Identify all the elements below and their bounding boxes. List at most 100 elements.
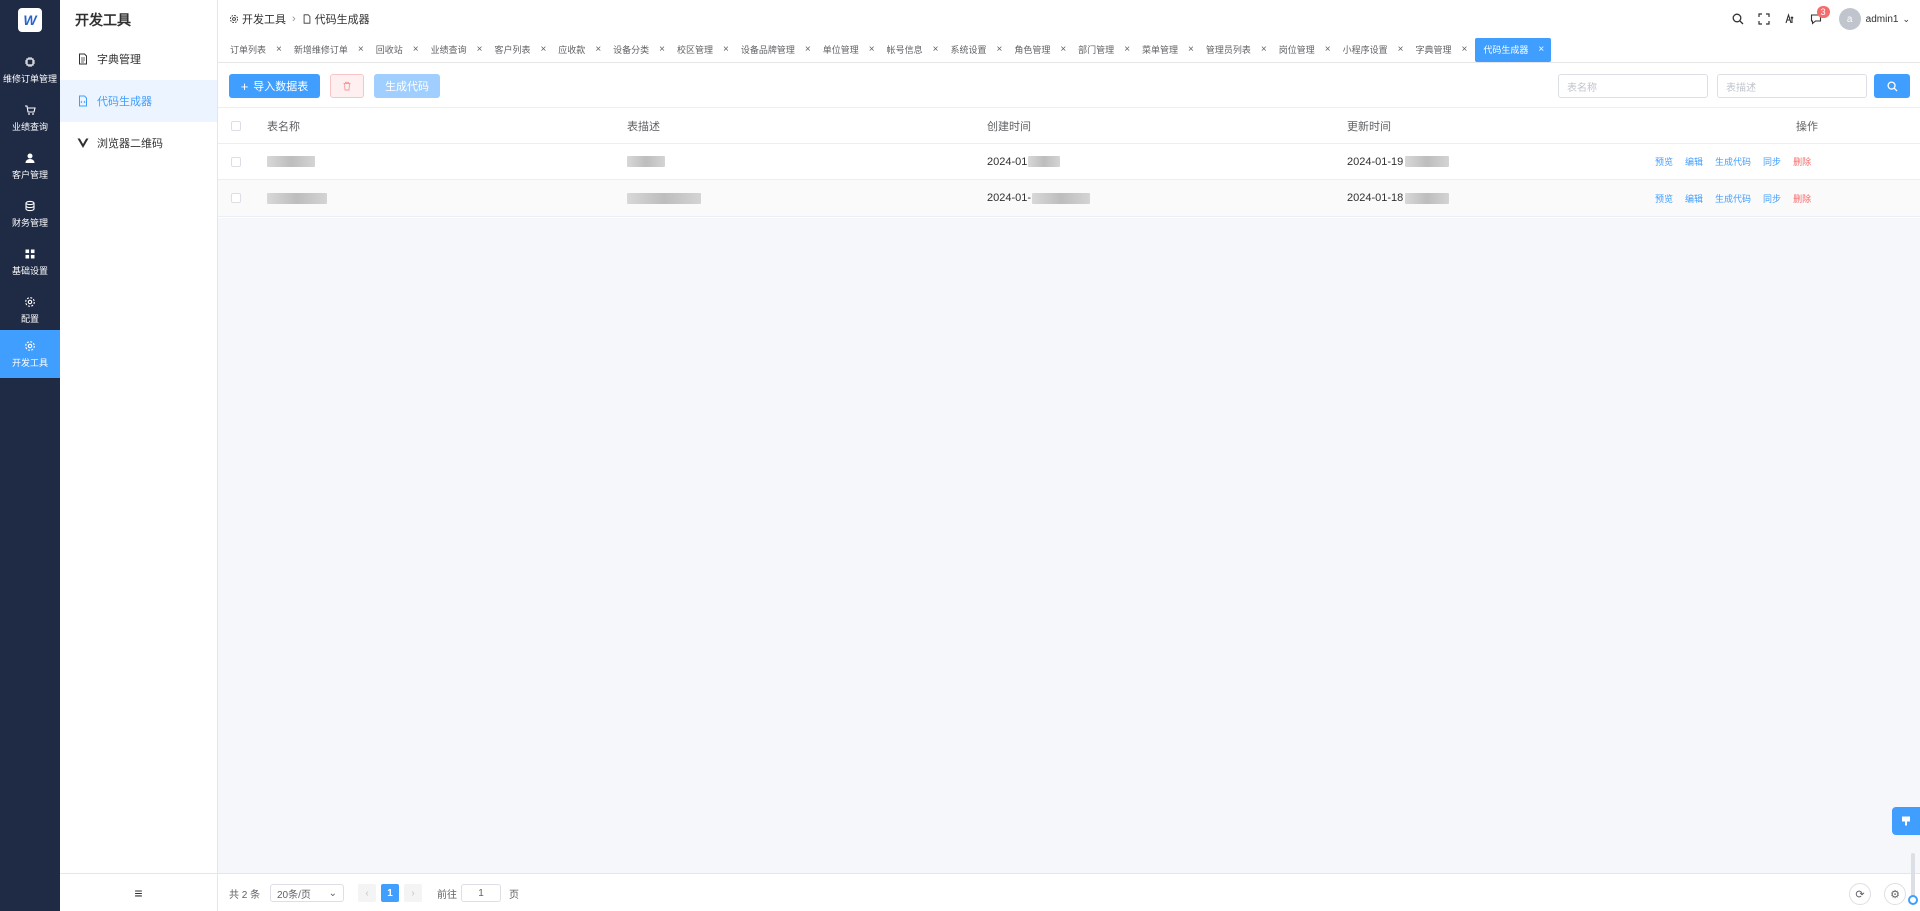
- rail-item-finance[interactable]: 财务管理: [0, 190, 60, 238]
- tab-8[interactable]: 设备品牌管理 ×: [737, 38, 817, 62]
- generate-code-link[interactable]: 生成代码: [1715, 192, 1751, 205]
- tab-12[interactable]: 角色管理 ×: [1010, 38, 1072, 62]
- tab-label: 系统设置: [950, 45, 987, 55]
- tab-1[interactable]: 新增维修订单 ×: [290, 38, 370, 62]
- rail-item-dev-tools[interactable]: 开发工具: [0, 330, 60, 378]
- search-submit-button[interactable]: [1874, 74, 1910, 98]
- close-icon[interactable]: ×: [595, 44, 601, 55]
- close-icon[interactable]: ×: [805, 44, 811, 55]
- select-all-checkbox[interactable]: [231, 108, 241, 143]
- close-icon[interactable]: ×: [1261, 44, 1267, 55]
- close-icon[interactable]: ×: [1124, 44, 1130, 55]
- refresh-button[interactable]: ⟳: [1849, 883, 1871, 905]
- row-checkbox[interactable]: [231, 144, 241, 179]
- generate-code-button[interactable]: 生成代码: [374, 74, 440, 98]
- submenu-item-browser-qrcode[interactable]: 浏览器二维码: [60, 122, 217, 164]
- app-logo[interactable]: W: [18, 8, 42, 32]
- fullscreen-button[interactable]: [1751, 9, 1777, 29]
- preview-link[interactable]: 预览: [1655, 155, 1673, 168]
- close-icon[interactable]: ×: [540, 44, 546, 55]
- tab-3[interactable]: 业绩查询 ×: [427, 38, 489, 62]
- tab-15[interactable]: 管理员列表 ×: [1202, 38, 1273, 62]
- close-icon[interactable]: ×: [1461, 44, 1467, 55]
- import-table-button[interactable]: + 导入数据表: [229, 74, 320, 98]
- brush-icon: [1902, 816, 1910, 826]
- chevron-down-icon: ⌄: [328, 887, 337, 899]
- delete-link[interactable]: 删除: [1793, 155, 1811, 168]
- tab-18[interactable]: 字典管理 ×: [1411, 38, 1473, 62]
- next-page-button[interactable]: ›: [404, 884, 422, 902]
- edit-link[interactable]: 编辑: [1685, 192, 1703, 205]
- close-icon[interactable]: ×: [1188, 44, 1194, 55]
- search-button[interactable]: [1725, 9, 1751, 29]
- breadcrumb-root[interactable]: 开发工具: [242, 11, 286, 27]
- close-icon[interactable]: ×: [1325, 44, 1331, 55]
- zoom-slider-handle[interactable]: [1908, 895, 1918, 905]
- rail-item-repair-orders[interactable]: 维修订单管理: [0, 46, 60, 94]
- page-number-current[interactable]: 1: [381, 884, 399, 902]
- close-icon[interactable]: ×: [869, 44, 875, 55]
- submenu-item-dictionary[interactable]: 字典管理: [60, 38, 217, 80]
- tab-11[interactable]: 系统设置 ×: [946, 38, 1008, 62]
- rail-item-performance[interactable]: 业绩查询: [0, 94, 60, 142]
- user-menu[interactable]: a admin1 ⌄: [1838, 8, 1910, 30]
- tab-6[interactable]: 设备分类 ×: [609, 38, 671, 62]
- close-icon[interactable]: ×: [659, 44, 665, 55]
- generate-code-link[interactable]: 生成代码: [1715, 155, 1751, 168]
- prev-page-button[interactable]: ‹: [358, 884, 376, 902]
- table-row[interactable]: 2024-01 2024-01-19 预览 编辑 生成代码 同步 删除: [218, 144, 1920, 180]
- preview-link[interactable]: 预览: [1655, 192, 1673, 205]
- tab-16[interactable]: 岗位管理 ×: [1275, 38, 1337, 62]
- message-button[interactable]: 3: [1803, 6, 1830, 29]
- tab-9[interactable]: 单位管理 ×: [819, 38, 881, 62]
- column-header-desc[interactable]: 表描述: [627, 108, 660, 143]
- submenu-item-code-generator[interactable]: 代码生成器: [60, 80, 217, 122]
- close-icon[interactable]: ×: [996, 44, 1002, 55]
- tab-0[interactable]: 订单列表 ×: [226, 38, 288, 62]
- delete-selected-button[interactable]: [330, 74, 364, 98]
- goto-page-input[interactable]: 1: [461, 884, 501, 902]
- font-size-button[interactable]: [1777, 9, 1803, 29]
- close-icon[interactable]: ×: [477, 44, 483, 55]
- row-created: 2024-01: [987, 144, 1061, 179]
- column-header-created[interactable]: 创建时间: [987, 108, 1031, 143]
- tab-17[interactable]: 小程序设置 ×: [1339, 38, 1410, 62]
- table-desc-search-input[interactable]: 表描述: [1717, 74, 1867, 98]
- tab-5[interactable]: 应收款 ×: [554, 38, 607, 62]
- column-header-updated[interactable]: 更新时间: [1347, 108, 1391, 143]
- close-icon[interactable]: ×: [933, 44, 939, 55]
- close-icon[interactable]: ×: [1538, 44, 1544, 55]
- tab-13[interactable]: 部门管理 ×: [1074, 38, 1136, 62]
- close-icon[interactable]: ×: [358, 44, 364, 55]
- search-icon: [1732, 13, 1744, 25]
- table-name-search-input[interactable]: 表名称: [1558, 74, 1708, 98]
- edit-link[interactable]: 编辑: [1685, 155, 1703, 168]
- tab-10[interactable]: 帐号信息 ×: [883, 38, 945, 62]
- float-tool-button[interactable]: [1892, 807, 1920, 835]
- sync-link[interactable]: 同步: [1763, 155, 1781, 168]
- close-icon[interactable]: ×: [413, 44, 419, 55]
- tab-label: 业绩查询: [430, 45, 467, 55]
- rail-item-basic-settings[interactable]: 基础设置: [0, 238, 60, 286]
- row-actions: 预览 编辑 生成代码 同步 删除: [1655, 180, 1875, 216]
- column-header-name[interactable]: 表名称: [267, 108, 300, 143]
- table-row[interactable]: 2024-01- 2024-01-18 预览 编辑 生成代码 同步 删除: [218, 180, 1920, 217]
- delete-link[interactable]: 删除: [1793, 192, 1811, 205]
- page-size-select[interactable]: 20条/页 ⌄: [270, 884, 344, 902]
- close-icon[interactable]: ×: [276, 44, 282, 55]
- tab-19[interactable]: 代码生成器 ×: [1475, 37, 1552, 62]
- settings-button[interactable]: ⚙: [1884, 883, 1906, 905]
- tab-2[interactable]: 回收站 ×: [372, 38, 425, 62]
- tab-7[interactable]: 校区管理 ×: [673, 38, 735, 62]
- tab-14[interactable]: 菜单管理 ×: [1138, 38, 1200, 62]
- tab-4[interactable]: 客户列表 ×: [490, 38, 552, 62]
- row-checkbox[interactable]: [231, 180, 241, 216]
- collapse-menu-button[interactable]: ≡: [60, 873, 217, 911]
- rail-item-customers[interactable]: 客户管理: [0, 142, 60, 190]
- close-icon[interactable]: ×: [723, 44, 729, 55]
- close-icon[interactable]: ×: [1398, 44, 1404, 55]
- sync-link[interactable]: 同步: [1763, 192, 1781, 205]
- close-icon[interactable]: ×: [1060, 44, 1066, 55]
- rail-item-config[interactable]: 配置: [0, 286, 60, 334]
- chevron-down-icon: ⌄: [1902, 13, 1910, 24]
